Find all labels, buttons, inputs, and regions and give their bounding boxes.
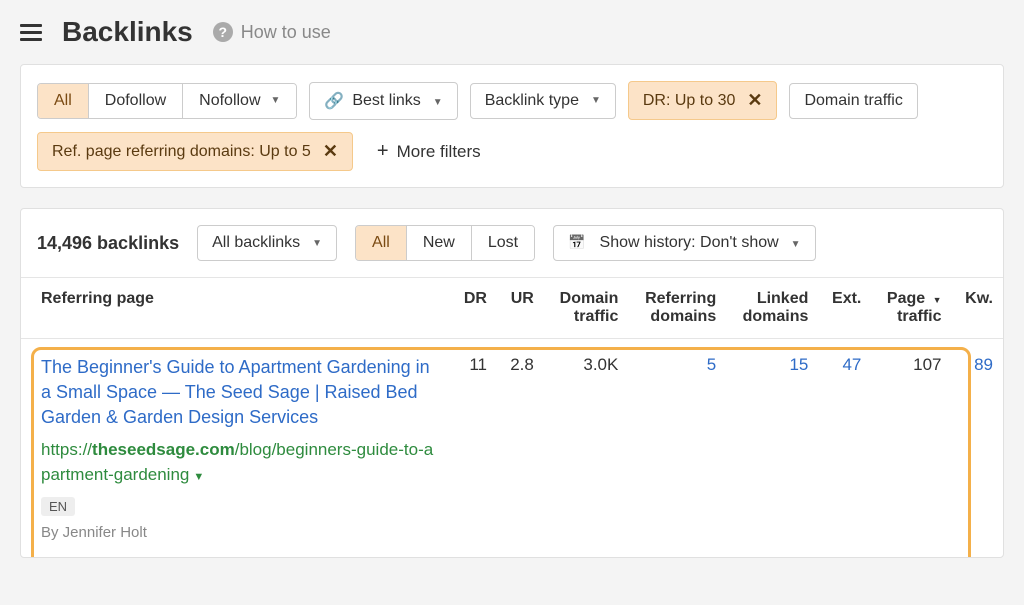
url-domain: theseedsage.com [92, 440, 235, 459]
referring-page-url[interactable]: https://theseedsage.com/blog/beginners-g… [41, 437, 441, 488]
col-domain-traffic[interactable]: Domaintraffic [544, 278, 629, 339]
follow-type-segment: All Dofollow Nofollow [37, 83, 297, 119]
how-to-use-label: How to use [241, 22, 331, 43]
chevron-down-icon[interactable]: ▼ [193, 471, 204, 483]
status-segment: All New Lost [355, 225, 535, 261]
how-to-use-link[interactable]: ? How to use [213, 22, 331, 43]
referring-page-title[interactable]: The Beginner's Guide to Apartment Garden… [41, 355, 441, 431]
show-history-label: Show history: Don't show [600, 234, 779, 252]
cell-domain-traffic: 3.0K [544, 339, 629, 557]
cell-ext[interactable]: 47 [818, 339, 871, 557]
help-icon: ? [213, 22, 233, 42]
col-linked-domains[interactable]: Linkeddomains [726, 278, 818, 339]
backlink-type-filter[interactable]: Backlink type [470, 83, 616, 119]
dr-filter-pill[interactable]: DR: Up to 30 ✕ [628, 81, 778, 120]
status-lost-button[interactable]: Lost [472, 226, 534, 260]
status-new-button[interactable]: New [407, 226, 472, 260]
status-all-button[interactable]: All [356, 226, 407, 260]
col-referring-domains[interactable]: Referringdomains [628, 278, 726, 339]
cell-dr: 11 [451, 339, 497, 557]
menu-icon[interactable] [20, 24, 42, 41]
backlinks-count: 14,496 backlinks [37, 233, 179, 254]
domain-traffic-filter[interactable]: Domain traffic [789, 83, 917, 119]
more-filters-label: More filters [397, 142, 481, 162]
ref-domains-pill-label: Ref. page referring domains: Up to 5 [52, 143, 311, 161]
chevron-down-icon [787, 234, 801, 252]
page-title: Backlinks [62, 16, 193, 48]
cell-kw[interactable]: 89 [952, 339, 1003, 557]
col-ext[interactable]: Ext. [818, 278, 871, 339]
table-row: The Beginner's Guide to Apartment Garden… [21, 339, 1003, 557]
cell-referring-domains[interactable]: 5 [628, 339, 726, 557]
follow-dofollow-button[interactable]: Dofollow [89, 84, 183, 118]
author-text: By Jennifer Holt [41, 524, 441, 541]
dr-pill-label: DR: Up to 30 [643, 92, 735, 110]
close-icon[interactable]: ✕ [747, 90, 762, 111]
col-page-traffic[interactable]: Page traffic [871, 278, 951, 339]
best-links-filter[interactable]: 🔗 Best links [309, 82, 457, 120]
filters-panel: All Dofollow Nofollow 🔗 Best links Backl… [20, 64, 1004, 188]
language-badge: EN [41, 497, 75, 516]
backlinks-table: Referring page DR UR Domaintraffic Refer… [21, 277, 1003, 557]
col-kw[interactable]: Kw. [952, 278, 1003, 339]
follow-nofollow-button[interactable]: Nofollow [183, 84, 296, 118]
cell-ur: 2.8 [497, 339, 544, 557]
col-referring-page[interactable]: Referring page [21, 278, 451, 339]
calendar-icon [568, 234, 591, 252]
results-panel: 14,496 backlinks All backlinks All New L… [20, 208, 1004, 558]
cell-linked-domains[interactable]: 15 [726, 339, 818, 557]
chevron-down-icon [429, 92, 443, 110]
close-icon[interactable]: ✕ [323, 141, 338, 162]
results-toolbar: 14,496 backlinks All backlinks All New L… [21, 209, 1003, 277]
link-icon: 🔗 [324, 91, 344, 111]
url-prefix: https:// [41, 440, 92, 459]
follow-all-button[interactable]: All [38, 84, 89, 118]
all-backlinks-select[interactable]: All backlinks [197, 225, 337, 261]
best-links-label: Best links [352, 92, 420, 110]
cell-page-traffic: 107 [871, 339, 951, 557]
more-filters-button[interactable]: + More filters [365, 132, 493, 171]
col-ur[interactable]: UR [497, 278, 544, 339]
show-history-select[interactable]: Show history: Don't show [553, 225, 815, 261]
ref-domains-filter-pill[interactable]: Ref. page referring domains: Up to 5 ✕ [37, 132, 353, 171]
col-dr[interactable]: DR [451, 278, 497, 339]
plus-icon: + [377, 140, 389, 163]
